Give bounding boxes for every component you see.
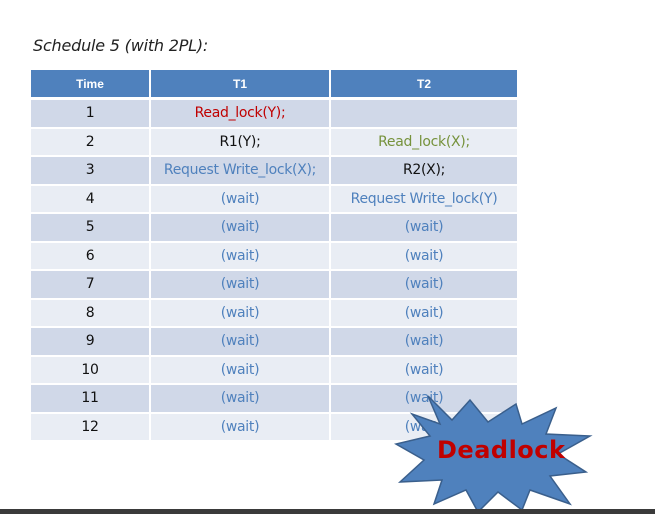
bottom-divider (0, 509, 655, 514)
header-t1: T1 (150, 70, 331, 100)
header-t2: T2 (330, 70, 517, 100)
cell-time: 1 (31, 98, 151, 129)
cell-t1: R1(Y); (150, 127, 331, 157)
cell-t2: Request Write_lock(Y) (330, 184, 517, 214)
table-row: 7 (wait) (wait) (31, 270, 517, 300)
table-row: 4 (wait) Request Write_lock(Y) (31, 184, 517, 214)
cell-time: 10 (31, 355, 151, 385)
cell-time: 4 (31, 184, 151, 214)
table-body: 1 Read_lock(Y); 2 R1(Y); Read_lock(X); 3 Reque… (31, 98, 517, 442)
slide: Schedule 5 (with 2PL): Time T1 T2 1 Read_… (0, 0, 655, 514)
cell-t1: (wait) (150, 184, 331, 214)
cell-t2 (330, 98, 517, 129)
table-row: 10 (wait) (wait) (31, 355, 517, 385)
cell-t1: (wait) (150, 384, 331, 414)
cell-t1: (wait) (150, 241, 331, 271)
schedule-caption: Schedule 5 (with 2PL): (33, 36, 209, 55)
cell-t2: (wait) (330, 213, 517, 243)
cell-t1: (wait) (150, 355, 331, 385)
cell-t2: (wait) (330, 327, 517, 357)
cell-t1: Read_lock(Y); (150, 98, 331, 129)
cell-t1: (wait) (150, 213, 331, 243)
cell-time: 12 (31, 412, 151, 442)
cell-t1: Request Write_lock(X); (150, 156, 331, 186)
cell-time: 11 (31, 384, 151, 414)
header-row: Time T1 T2 (31, 70, 517, 100)
table-row: 6 (wait) (wait) (31, 241, 517, 271)
cell-t1: (wait) (150, 412, 331, 442)
cell-t2: R2(X); (330, 156, 517, 186)
cell-time: 9 (31, 327, 151, 357)
header-time: Time (31, 70, 151, 100)
cell-t2: (wait) (330, 355, 517, 385)
cell-t2: Read_lock(X); (330, 127, 517, 157)
cell-time: 8 (31, 298, 151, 328)
cell-t1: (wait) (150, 270, 331, 300)
cell-time: 6 (31, 241, 151, 271)
cell-t2: (wait) (330, 270, 517, 300)
table-row: 3 Request Write_lock(X); R2(X); (31, 156, 517, 186)
cell-time: 5 (31, 213, 151, 243)
table-row: 8 (wait) (wait) (31, 298, 517, 328)
cell-t1: (wait) (150, 298, 331, 328)
cell-time: 3 (31, 156, 151, 186)
schedule-table: Time T1 T2 1 Read_lock(Y); 2 R1(Y); Read_loc… (31, 70, 517, 442)
table-row: 5 (wait) (wait) (31, 213, 517, 243)
cell-time: 2 (31, 127, 151, 157)
cell-t1: (wait) (150, 327, 331, 357)
table-row: 9 (wait) (wait) (31, 327, 517, 357)
cell-t2: (wait) (330, 241, 517, 271)
cell-t2: (wait) (330, 298, 517, 328)
table-row: 2 R1(Y); Read_lock(X); (31, 127, 517, 157)
table-row: 1 Read_lock(Y); (31, 98, 517, 129)
cell-time: 7 (31, 270, 151, 300)
deadlock-label: Deadlock (437, 436, 566, 464)
